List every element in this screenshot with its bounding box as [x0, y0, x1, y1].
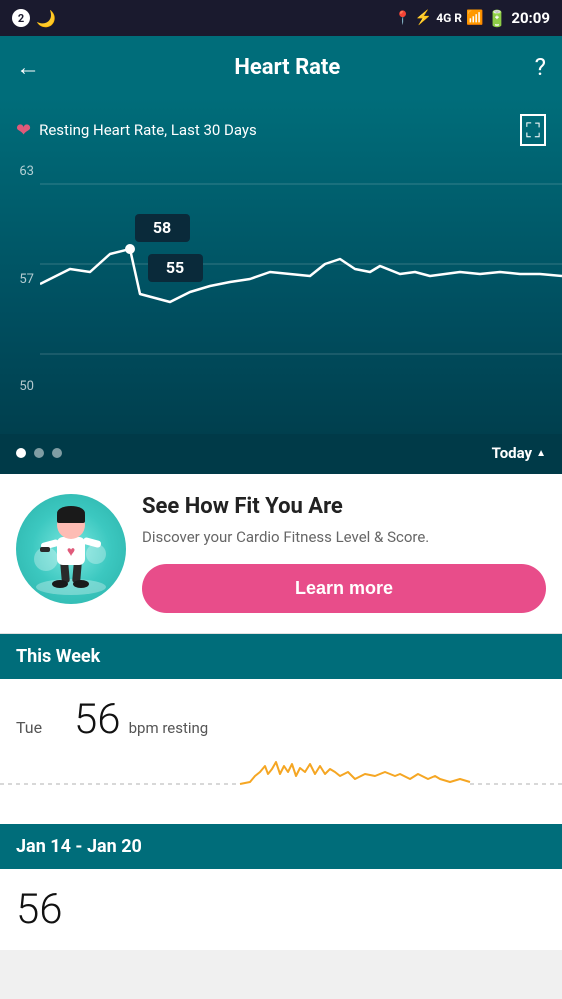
status-right-icons: 📍 ⚡ 4G R 📶 🔋 20:09	[395, 9, 550, 28]
date-range-header: Jan 14 - Jan 20	[0, 824, 562, 869]
help-button[interactable]: ?	[535, 53, 546, 81]
fitness-text: See How Fit You Are Discover your Cardio…	[142, 494, 546, 613]
sparkline-container	[0, 744, 562, 824]
bluetooth-icon: ⚡	[415, 10, 432, 26]
y-label-63: 63	[0, 164, 40, 179]
y-axis-labels: 63 57 50	[0, 154, 40, 434]
svg-text:♥: ♥	[67, 544, 75, 560]
page-title: Heart Rate	[234, 55, 340, 80]
signal-icon: 📶	[466, 10, 483, 26]
fitness-illustration: ♥	[16, 494, 126, 604]
today-label-text: Today	[492, 444, 532, 462]
chart-wrapper: 63 57 50 58 55	[0, 154, 562, 434]
y-label-57: 57	[0, 272, 40, 287]
battery-icon: 🔋	[487, 9, 507, 28]
chart-dot	[125, 244, 135, 254]
line-chart-svg: 58 55	[40, 154, 562, 434]
chart-svg: 58 55	[40, 154, 562, 434]
status-time: 20:09	[511, 9, 550, 27]
y-label-50: 50	[0, 379, 40, 394]
pagination-row: Today ▲	[0, 434, 562, 474]
expand-icon[interactable]: ⛶	[520, 114, 546, 146]
heart-icon: ❤	[16, 120, 31, 141]
tooltip-55-text: 55	[166, 258, 184, 277]
dot-3[interactable]	[52, 448, 62, 458]
dot-1[interactable]	[16, 448, 26, 458]
day-label: Tue	[16, 718, 66, 737]
moon-icon: 🌙	[36, 9, 56, 28]
circle-icon: 2	[12, 9, 30, 27]
network-label: 4G R	[436, 11, 462, 25]
today-button[interactable]: Today ▲	[492, 444, 546, 462]
today-arrow-icon: ▲	[536, 448, 546, 459]
chart-subtitle: Resting Heart Rate, Last 30 Days	[39, 121, 257, 139]
bottom-bpm-value: 56	[0, 869, 562, 950]
sparkline-svg	[0, 744, 562, 814]
day-unit: bpm resting	[129, 719, 209, 737]
chart-title: ❤ Resting Heart Rate, Last 30 Days	[16, 120, 257, 141]
chart-area: ❤ Resting Heart Rate, Last 30 Days ⛶ 63 …	[0, 98, 562, 474]
pagination-dots	[16, 448, 62, 458]
tooltip-58-text: 58	[153, 218, 171, 237]
learn-more-button[interactable]: Learn more	[142, 564, 546, 613]
fitness-title: See How Fit You Are	[142, 494, 546, 519]
chart-title-row: ❤ Resting Heart Rate, Last 30 Days ⛶	[0, 114, 562, 146]
back-button[interactable]: ←	[16, 53, 40, 82]
day-row-tue: Tue 56 bpm resting	[0, 679, 562, 744]
day-bpm-value: 56	[74, 695, 121, 744]
status-bar: 2 🌙 📍 ⚡ 4G R 📶 🔋 20:09	[0, 0, 562, 36]
dot-2[interactable]	[34, 448, 44, 458]
status-left-icons: 2 🌙	[12, 9, 56, 28]
location-icon: 📍	[395, 11, 411, 26]
header: ← Heart Rate ?	[0, 36, 562, 98]
this-week-header: This Week	[0, 634, 562, 679]
fitness-description: Discover your Cardio Fitness Level & Sco…	[142, 527, 546, 548]
figure-svg: ♥	[31, 499, 111, 599]
fitness-card: ♥ See How Fit You Are Discover your Card…	[0, 474, 562, 634]
day-info: Tue 56 bpm resting	[16, 695, 546, 744]
